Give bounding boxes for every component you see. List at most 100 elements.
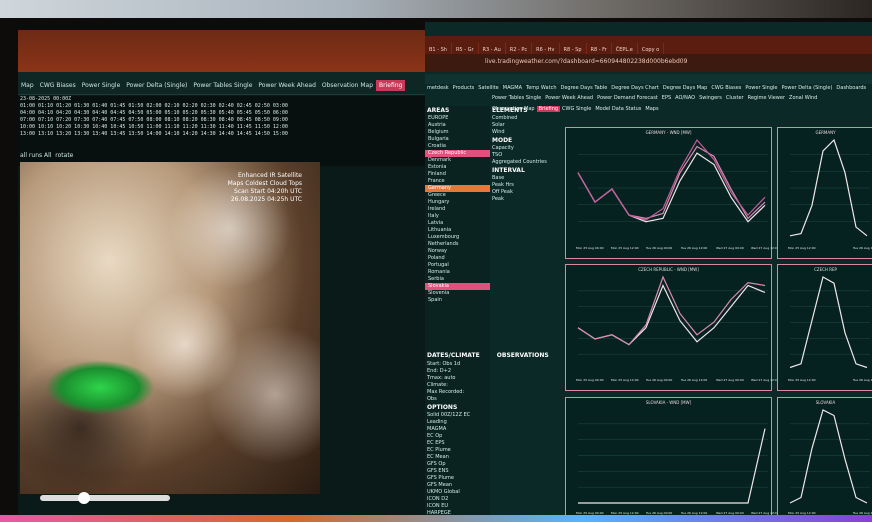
runs-select[interactable]: all runs All xyxy=(20,152,51,159)
chart-panel: SLOVAKIAMon 25 Aug 12:00Tue 26 Aug 12:00 xyxy=(777,397,872,522)
time-row[interactable]: 01:00 01:10 01:20 01:30 01:40 01:45 01:5… xyxy=(18,103,428,110)
chart-grid: GERMANY - WND [MW] Mon 25 Aug 00:00 Mon 25… xyxy=(565,127,872,522)
area-item[interactable]: Czech Republic xyxy=(425,150,490,157)
model-row[interactable]: EC Op xyxy=(425,433,565,440)
time-row[interactable]: 13:00 13:10 13:20 13:30 13:40 13:45 13:5… xyxy=(18,131,428,138)
area-item[interactable]: EUROPE xyxy=(425,115,490,122)
model-row[interactable]: MAGMA xyxy=(425,426,565,433)
time-slider-knob[interactable] xyxy=(78,492,90,504)
element-option[interactable]: Solar xyxy=(490,122,565,129)
date-field[interactable]: Tmax: auto xyxy=(425,375,565,382)
area-item[interactable]: Norway xyxy=(425,248,490,255)
area-item[interactable]: Luxembourg xyxy=(425,234,490,241)
x-tick-label: Tue 26 Aug 12:00 xyxy=(853,246,872,250)
x-tick-label: Mon 25 Aug 00:00 xyxy=(576,378,604,382)
menu-item[interactable]: CWG Single xyxy=(560,106,593,112)
chart-plot xyxy=(578,423,768,504)
area-item[interactable]: Greece xyxy=(425,192,490,199)
model-row[interactable]: ICON D2 xyxy=(425,496,565,503)
mode-option[interactable]: Aggregated Countries xyxy=(490,159,565,166)
nav-item[interactable]: Power Single xyxy=(79,80,124,91)
area-item[interactable]: Estonia xyxy=(425,164,490,171)
model-row[interactable]: GFS Op xyxy=(425,461,565,468)
area-item[interactable]: Italy xyxy=(425,213,490,220)
url-text: live.tradingweather.com/?dashboard=66094… xyxy=(485,58,688,65)
time-row[interactable]: 07:00 07:10 07:20 07:30 07:40 07:45 07:5… xyxy=(18,117,428,124)
date-field[interactable]: End: D+2 xyxy=(425,368,565,375)
time-row[interactable]: 04:00 04:10 04:20 04:30 04:40 04:45 04:5… xyxy=(18,110,428,117)
menu-item[interactable]: metdesk xyxy=(425,85,451,91)
model-row[interactable]: GFS Mean xyxy=(425,482,565,489)
area-item[interactable]: Hungary xyxy=(425,199,490,206)
menu-item[interactable]: Model Data Status xyxy=(593,106,643,112)
date-field[interactable]: Max Recorded: xyxy=(425,389,565,396)
model-row[interactable]: ICON EU xyxy=(425,503,565,510)
area-item[interactable]: Slovenia xyxy=(425,290,490,297)
area-item[interactable]: Belgium xyxy=(425,129,490,136)
obs-label[interactable]: Obs xyxy=(425,396,565,403)
element-option[interactable]: Wind xyxy=(490,129,565,136)
chart-panel: CZECH REPUBLIC - WND [MW] Mon 25 Aug 00:0… xyxy=(565,264,779,391)
area-item[interactable]: Poland xyxy=(425,255,490,262)
area-item[interactable]: Slovakia xyxy=(425,283,490,290)
nav-item[interactable]: CWG Biases xyxy=(37,80,79,91)
area-item[interactable]: Spain xyxy=(425,297,490,304)
area-item[interactable]: Austria xyxy=(425,122,490,129)
model-row[interactable]: EC Mean xyxy=(425,454,565,461)
mode-option[interactable]: Capacity xyxy=(490,145,565,152)
interval-title: INTERVAL xyxy=(492,167,525,174)
areas-title: AREAS xyxy=(427,107,450,114)
area-item[interactable]: Bulgaria xyxy=(425,136,490,143)
nav-item[interactable]: Briefing xyxy=(376,80,406,91)
model-row[interactable]: GFS ENS xyxy=(425,468,565,475)
area-item[interactable]: Denmark xyxy=(425,157,490,164)
menu-item[interactable]: Maps xyxy=(643,106,660,112)
area-item[interactable]: Latvia xyxy=(425,220,490,227)
model-row[interactable]: EC EPS xyxy=(425,440,565,447)
element-option[interactable]: Combined xyxy=(490,115,565,122)
area-item[interactable]: Lithuania xyxy=(425,227,490,234)
model-row[interactable]: Leading xyxy=(425,419,565,426)
chart-panel: CZECH REPMon 25 Aug 12:00Tue 26 Aug 12:0… xyxy=(777,264,872,391)
model-row[interactable]: UKMO Global xyxy=(425,489,565,496)
url-bar[interactable]: live.tradingweather.com/?dashboard=66094… xyxy=(425,54,872,72)
interval-option[interactable]: Peak Hrs xyxy=(490,182,565,189)
area-item[interactable]: France xyxy=(425,178,490,185)
area-item[interactable]: Romania xyxy=(425,269,490,276)
time-row[interactable]: 10:00 10:10 10:20 10:30 10:40 10:45 10:5… xyxy=(18,124,428,131)
area-item[interactable]: Finland xyxy=(425,171,490,178)
nav-item[interactable]: Map xyxy=(18,80,37,91)
lower-controls: DATES/CLIMATE OBSERVATIONS Start: Obs 1d… xyxy=(425,342,565,522)
interval-option[interactable]: Base xyxy=(490,175,565,182)
interval-option[interactable]: Peak xyxy=(490,196,565,203)
sat-scan: Scan Start 04:20h UTC xyxy=(234,188,302,195)
menu-item[interactable]: Products xyxy=(451,85,477,91)
model-row[interactable]: GFS Plume xyxy=(425,475,565,482)
nav-item[interactable]: Observation Map xyxy=(319,80,376,91)
options-label[interactable]: Solid 00Z/12Z EC xyxy=(425,412,565,419)
nav-item[interactable]: Power Delta (Single) xyxy=(123,80,190,91)
mode-option[interactable]: TSO xyxy=(490,152,565,159)
chart-plot xyxy=(789,409,870,504)
date-field[interactable]: Climate: xyxy=(425,382,565,389)
area-item[interactable]: Ireland xyxy=(425,206,490,213)
series-line xyxy=(577,152,766,223)
chart-panel: GERMANYMon 25 Aug 12:00Tue 26 Aug 12:00 xyxy=(777,127,872,259)
nav-item[interactable]: Power Week Ahead xyxy=(255,80,318,91)
model-row[interactable]: EC Plume xyxy=(425,447,565,454)
area-item[interactable]: Croatia xyxy=(425,143,490,150)
runs-controls: all runs All rotate xyxy=(20,152,73,159)
time-slider-track[interactable] xyxy=(40,495,170,501)
mode-title: MODE xyxy=(492,137,513,144)
rotate-toggle[interactable]: rotate xyxy=(55,152,73,159)
area-item[interactable]: Germany xyxy=(425,185,490,192)
bottom-glow xyxy=(0,515,872,522)
interval-option[interactable]: Off Peak xyxy=(490,189,565,196)
x-tick-label: Mon 25 Aug 12:00 xyxy=(611,378,639,382)
nav-item[interactable]: Power Tables Single xyxy=(190,80,255,91)
area-item[interactable]: Netherlands xyxy=(425,241,490,248)
area-item[interactable]: Serbia xyxy=(425,276,490,283)
main-menu: metdesk Products Satellite MAGMA Temp Watch D… xyxy=(425,74,872,91)
area-item[interactable]: Portugal xyxy=(425,262,490,269)
date-field[interactable]: Start: Obs 1d xyxy=(425,361,565,368)
